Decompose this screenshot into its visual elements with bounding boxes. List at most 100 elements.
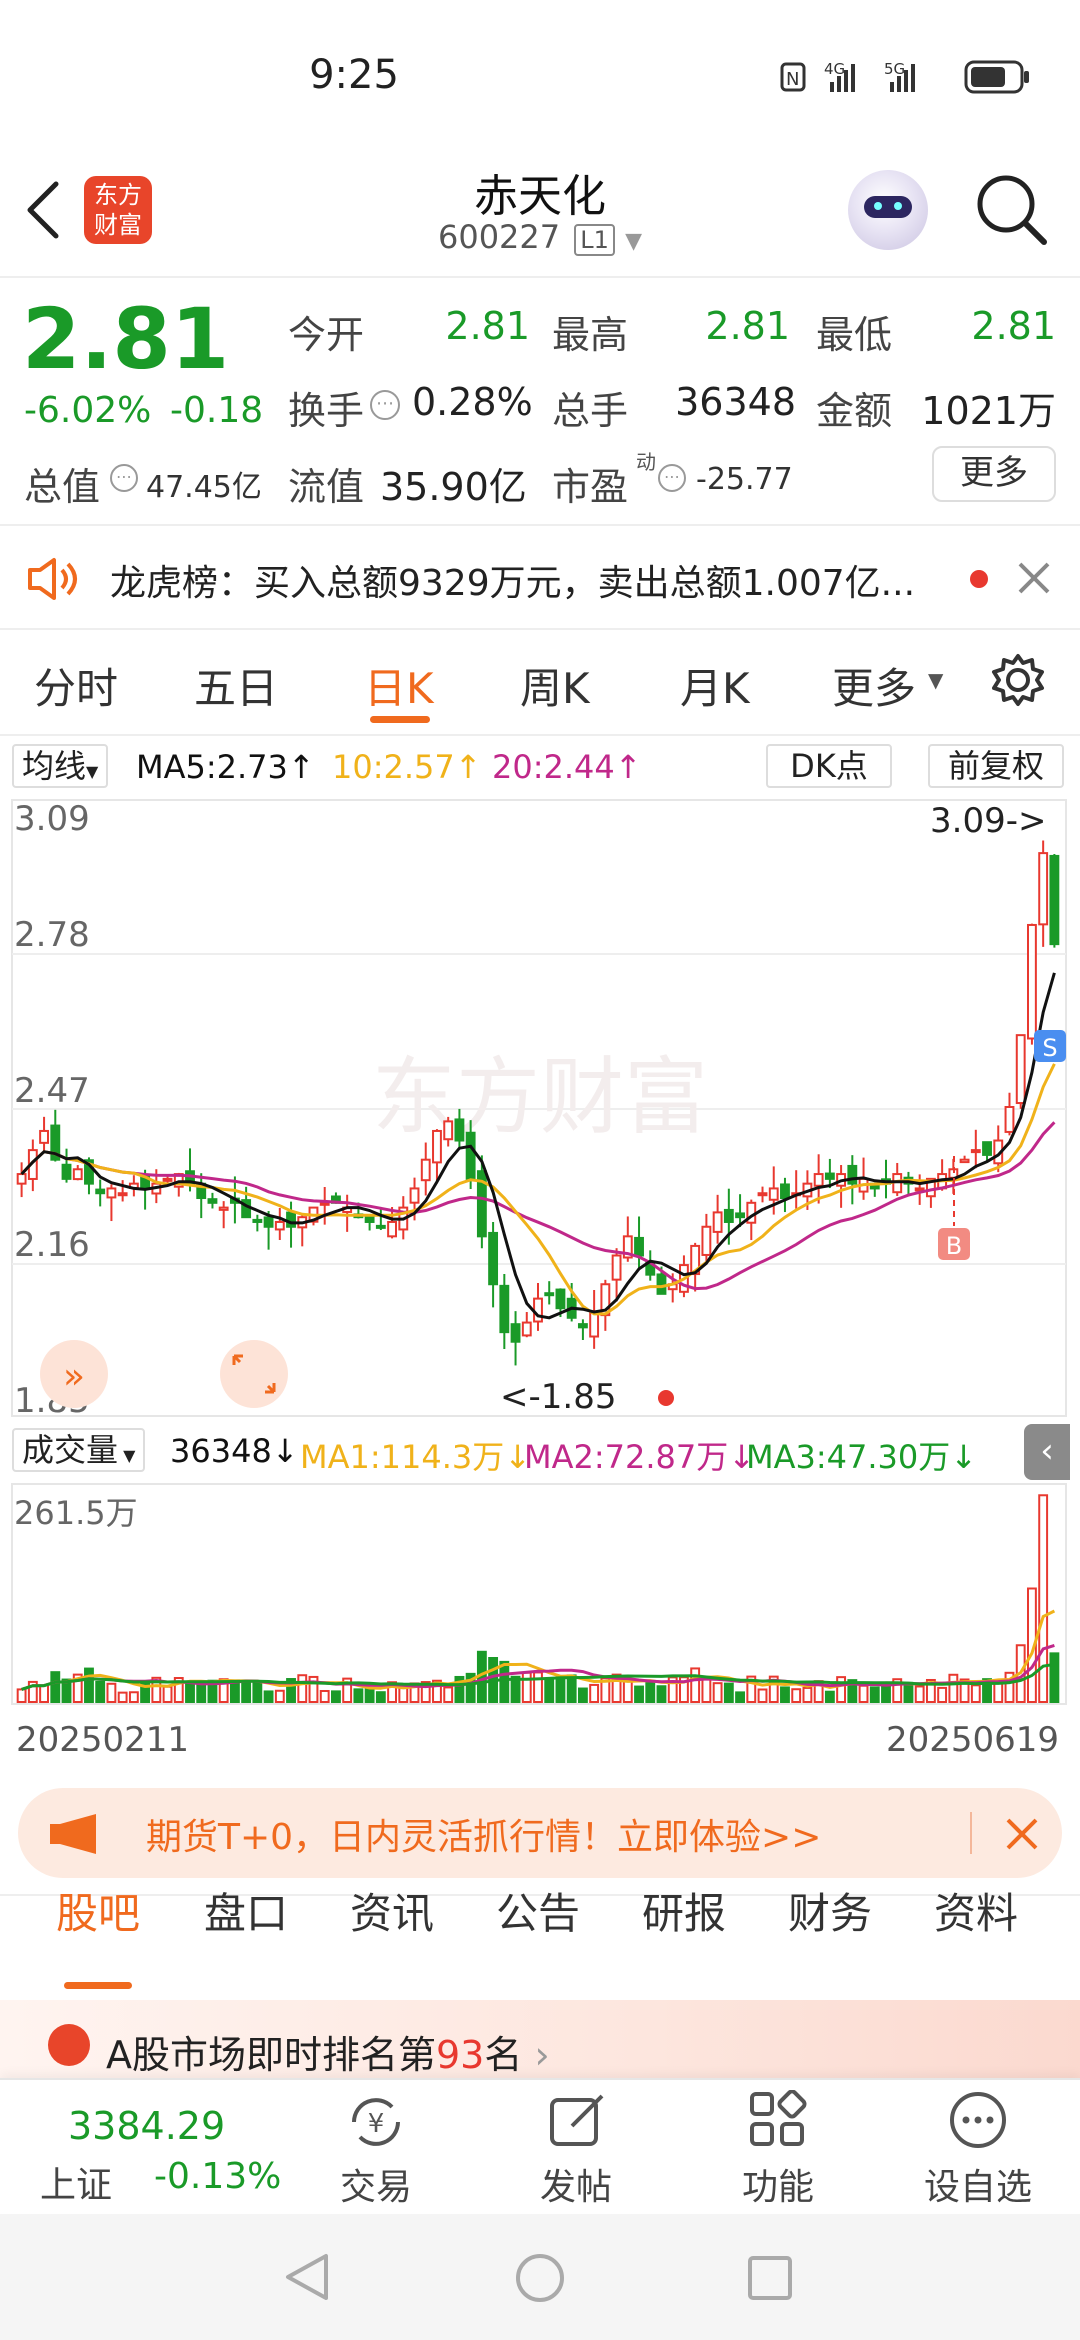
rank-banner[interactable]: A股市场即时排名第93名 › [0, 2000, 1080, 2080]
volume-bar [735, 1691, 745, 1703]
volume-bar [656, 1685, 667, 1703]
volume-bar [802, 1686, 813, 1703]
search-icon[interactable] [974, 172, 1050, 248]
candle [72, 1168, 83, 1181]
nav-recents-icon[interactable] [746, 2254, 794, 2302]
nav-back-icon[interactable] [282, 2252, 332, 2302]
index-value[interactable]: 3384.29 [68, 2104, 225, 2148]
volume-bar [824, 1690, 835, 1704]
candle [454, 1118, 465, 1142]
volume-bar [375, 1691, 386, 1703]
tab-announcements[interactable]: 公告 [496, 1880, 580, 1941]
functions-label[interactable]: 功能 [698, 2158, 858, 2210]
candle [39, 1129, 49, 1144]
volume-bar [252, 1681, 263, 1703]
info-icon[interactable]: ⋯ [658, 464, 686, 492]
tab-orderbook[interactable]: 盘口 [204, 1880, 288, 1941]
add-watchlist-label[interactable]: 设自选 [898, 2158, 1058, 2210]
info-icon[interactable]: ⋯ [110, 464, 138, 492]
candle [286, 1211, 296, 1228]
volume-bar [701, 1676, 712, 1703]
tab-daily-k[interactable]: 日K [364, 655, 434, 716]
robot-assistant-avatar[interactable] [848, 170, 928, 250]
collapse-panel-button[interactable]: ‹ [1024, 1424, 1070, 1480]
candle [768, 1187, 779, 1201]
ma-selector[interactable]: 均线▼ [12, 744, 109, 788]
chevron-down-icon[interactable]: ▼ [625, 229, 642, 254]
candle [824, 1172, 835, 1180]
candle [701, 1225, 712, 1256]
promo-close-icon[interactable] [1004, 1816, 1040, 1852]
dk-point-button[interactable]: DK点 [766, 744, 892, 788]
candle [577, 1323, 588, 1329]
candle [263, 1216, 274, 1228]
candle [634, 1236, 644, 1257]
tab-five-day[interactable]: 五日 [194, 655, 278, 716]
date-end: 20250619 [886, 1720, 1060, 1760]
tab-research[interactable]: 研报 [642, 1880, 726, 1941]
tab-news[interactable]: 资讯 [350, 1880, 434, 1941]
tab-finance[interactable]: 财务 [788, 1880, 872, 1941]
trade-label[interactable]: 交易 [296, 2158, 456, 2210]
nav-home-icon[interactable] [514, 2252, 566, 2304]
turnover-label: 换手 [288, 389, 365, 433]
trade-icon[interactable]: ¥ [344, 2092, 408, 2152]
volume-bar [1038, 1494, 1049, 1704]
tab-profile[interactable]: 资料 [934, 1880, 1018, 1941]
notice-bar[interactable]: 龙虎榜：买入总额9329万元，卖出总额1.007亿... [0, 524, 1080, 630]
tab-monthly-k[interactable]: 月K [680, 655, 750, 716]
turnover-value: 0.28% [412, 380, 533, 424]
volume-selector[interactable]: 成交量 ▼ [12, 1428, 146, 1472]
fullscreen-button[interactable] [220, 1340, 288, 1408]
candle [252, 1218, 263, 1223]
adjust-button[interactable]: 前复权 [928, 744, 1064, 788]
info-icon[interactable]: ⋯ [370, 390, 400, 420]
float-label: 流值 [288, 465, 365, 509]
tab-intraday[interactable]: 分时 [34, 655, 118, 716]
candle [970, 1149, 981, 1154]
volume-bar [162, 1685, 173, 1703]
post-label[interactable]: 发帖 [496, 2158, 656, 2210]
close-icon[interactable] [1016, 560, 1052, 596]
more-quote-button[interactable]: 更多 [932, 446, 1056, 502]
date-start: 20250211 [16, 1720, 190, 1760]
post-edit-icon[interactable] [548, 2090, 608, 2150]
settings-gear-icon[interactable] [990, 652, 1046, 708]
open-value: 2.81 [445, 304, 530, 348]
index-change[interactable]: -0.13% [154, 2156, 281, 2197]
candlestick-chart[interactable]: 东方财富 3.09 2.78 2.47 2.16 1.85 3.09-> <-1… [0, 796, 1080, 1420]
volume-ma1: MA1:114.3万↓ [300, 1438, 532, 1476]
candle [521, 1321, 532, 1337]
candle [465, 1131, 476, 1180]
candle [432, 1129, 442, 1164]
system-nav-bar [0, 2214, 1080, 2340]
candle [735, 1212, 745, 1219]
more-dots-icon[interactable] [948, 2090, 1008, 2150]
open-label: 今开 [288, 313, 365, 357]
volume-bar [16, 1688, 27, 1704]
ma10-value: 10:2.57↑ [332, 748, 482, 786]
stock-header: 东方 财富 赤天化 600227 L1 ▼ [0, 150, 1080, 278]
promo-banner[interactable]: 期货T+0，日内灵活抓行情！立即体验>> [18, 1788, 1062, 1878]
tab-more[interactable]: 更多 [832, 655, 916, 716]
tab-weekly-k[interactable]: 周K [520, 655, 590, 716]
volume-chart[interactable]: 261.5万 [0, 1482, 1080, 1706]
volume-bar [780, 1686, 790, 1703]
svg-text:B: B [946, 1232, 962, 1260]
status-bar: 9:25 N 4G 5G [0, 0, 1080, 150]
svg-text:S: S [1042, 1034, 1057, 1062]
double-chevron-icon: » [63, 1356, 85, 1397]
volume-bar [274, 1689, 285, 1703]
volume-bar [128, 1691, 139, 1703]
volume-bar [106, 1682, 117, 1704]
index-name[interactable]: 上证 [40, 2156, 112, 2208]
high-label: 最高 [552, 313, 629, 357]
pe-value: -25.77 [696, 462, 793, 497]
tab-guba[interactable]: 股吧 [56, 1880, 140, 1941]
functions-grid-icon[interactable] [748, 2090, 808, 2150]
candle [589, 1311, 600, 1338]
candle [914, 1187, 925, 1192]
y-tick-label: 2.16 [14, 1225, 90, 1265]
volume-current: 36348↓ [170, 1432, 299, 1470]
rank-text: A股市场即时排名第93名 › [106, 2033, 550, 2077]
